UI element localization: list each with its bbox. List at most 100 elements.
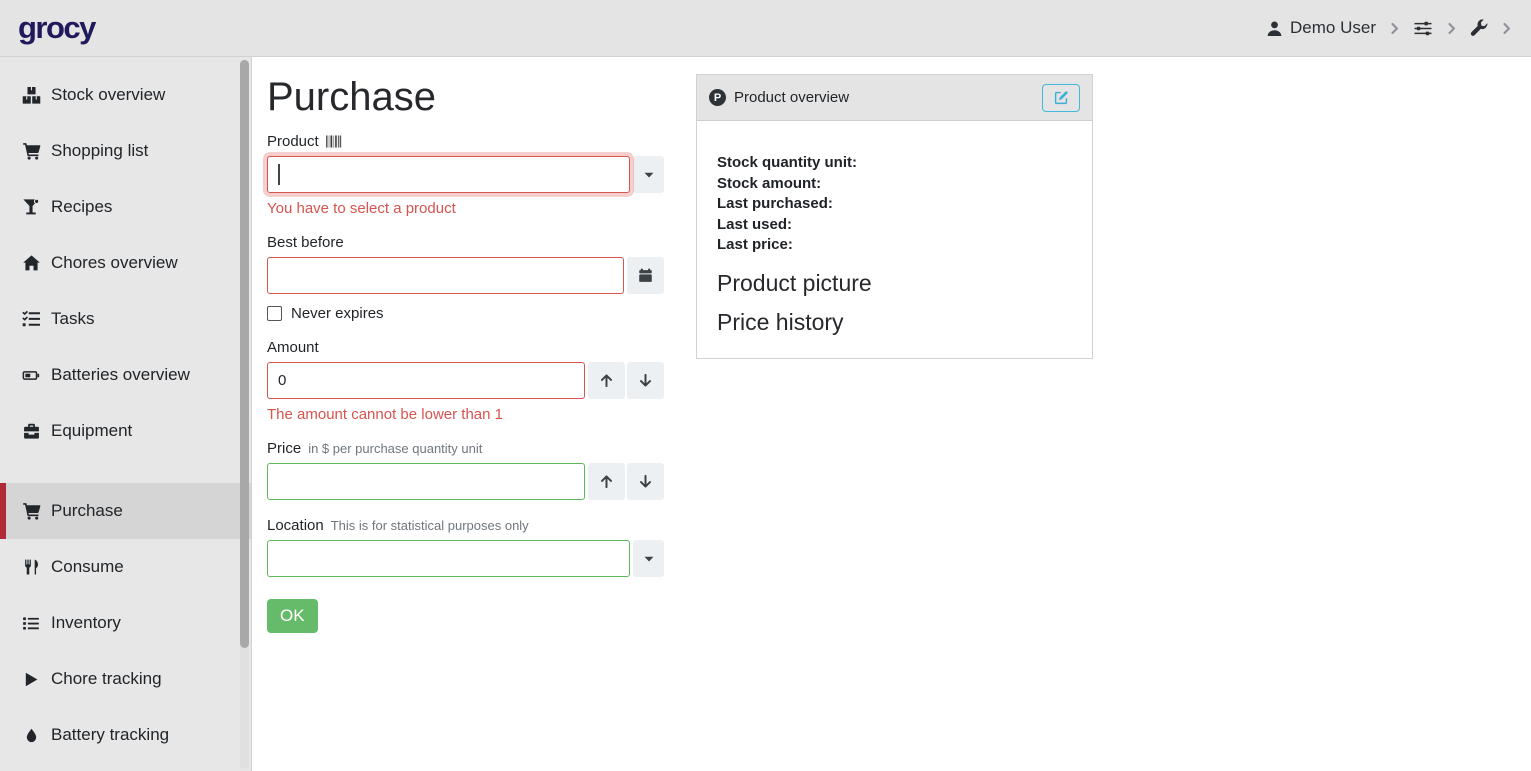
sidebar-item-label: Recipes (51, 197, 112, 217)
sidebar-scrollbar-track[interactable] (240, 59, 249, 769)
arrow-up-icon (599, 373, 614, 388)
sidebar-item-label: Batteries overview (51, 365, 190, 385)
amount-group: Amount The amount cannot be lower than 1 (267, 339, 664, 423)
manage-master-data-menu[interactable] (1413, 20, 1433, 37)
play-icon (20, 671, 42, 688)
product-overview-title: Product overview (734, 89, 849, 106)
price-history-heading: Price history (717, 309, 1072, 336)
sidebar-scrollbar-thumb[interactable] (240, 60, 249, 648)
location-group: Location This is for statistical purpose… (267, 517, 664, 577)
price-label: Price (267, 440, 301, 457)
price-decrement-button[interactable] (627, 463, 664, 500)
sidebar-item-label: Purchase (51, 501, 123, 521)
location-label: Location (267, 517, 324, 534)
tasks-icon (20, 310, 42, 328)
settings-menu[interactable] (1470, 19, 1488, 37)
sidebar-item-purchase[interactable]: Purchase (0, 483, 251, 539)
sidebar-item-stock-overview[interactable]: Stock overview (0, 67, 251, 123)
arrow-down-icon (638, 474, 653, 489)
price-increment-button[interactable] (588, 463, 625, 500)
purchase-form: Purchase Product You have (267, 71, 664, 633)
last-purchased-field: Last purchased: (717, 194, 1072, 215)
location-hint: This is for statistical purposes only (331, 518, 529, 533)
sidebar-nav: Stock overview Shopping list Recipes Cho… (0, 57, 251, 763)
sidebar-item-shopping-list[interactable]: Shopping list (0, 123, 251, 179)
sidebar-item-label: Stock overview (51, 85, 165, 105)
best-before-group: Best before Never expires (267, 234, 664, 322)
tint-icon (20, 727, 42, 744)
shopping-cart-icon (20, 502, 42, 520)
price-group: Price in $ per purchase quantity unit (267, 440, 664, 500)
sidebar-item-label: Inventory (51, 613, 121, 633)
sidebar-item-consume[interactable]: Consume (0, 539, 251, 595)
barcode-icon (326, 135, 345, 148)
shopping-cart-icon (20, 142, 42, 160)
boxes-icon (20, 86, 42, 105)
sidebar-item-equipment[interactable]: Equipment (0, 403, 251, 459)
price-input[interactable] (267, 463, 585, 500)
caret-down-icon (644, 172, 654, 178)
main-content: Purchase Product You have (253, 57, 1531, 771)
sidebar: Stock overview Shopping list Recipes Cho… (0, 57, 252, 771)
location-input[interactable] (267, 540, 630, 577)
calendar-button[interactable] (627, 257, 664, 294)
sidebar-item-tasks[interactable]: Tasks (0, 291, 251, 347)
user-menu[interactable]: Demo User (1266, 18, 1376, 38)
user-icon (1266, 20, 1283, 37)
caret-down-icon (644, 556, 654, 562)
sliders-icon (1413, 20, 1433, 37)
never-expires-checkbox[interactable] (267, 306, 282, 321)
sidebar-item-label: Consume (51, 557, 124, 577)
edit-icon (1054, 90, 1069, 105)
edit-product-button[interactable] (1042, 84, 1080, 112)
sidebar-item-label: Tasks (51, 309, 94, 329)
sidebar-item-label: Shopping list (51, 141, 148, 161)
grocy-logo[interactable]: grocy (18, 10, 95, 46)
product-group: Product You have to select a product (267, 133, 664, 217)
sidebar-item-battery-tracking[interactable]: Battery tracking (0, 707, 251, 763)
never-expires-label: Never expires (291, 305, 384, 322)
list-icon (20, 615, 42, 632)
sidebar-item-label: Chore tracking (51, 669, 162, 689)
product-picture-heading: Product picture (717, 270, 1072, 297)
cocktail-icon (20, 198, 42, 216)
chevron-right-icon (1388, 22, 1401, 35)
stock-quantity-unit-field: Stock quantity unit: (717, 153, 1072, 174)
amount-label: Amount (267, 339, 319, 356)
sidebar-item-batteries-overview[interactable]: Batteries overview (0, 347, 251, 403)
user-name-label: Demo User (1290, 18, 1376, 38)
product-overview-panel: P Product overview Stock quantity unit: … (696, 74, 1093, 359)
product-overview-header: P Product overview (697, 75, 1092, 121)
product-overview-body: Stock quantity unit: Stock amount: Last … (697, 121, 1092, 358)
arrow-up-icon (599, 474, 614, 489)
amount-decrement-button[interactable] (627, 362, 664, 399)
chevron-right-icon (1500, 22, 1513, 35)
amount-input[interactable] (267, 362, 585, 399)
calendar-icon (638, 268, 653, 283)
home-icon (20, 254, 42, 272)
chevron-right-icon (1445, 22, 1458, 35)
text-cursor (278, 164, 280, 185)
price-hint: in $ per purchase quantity unit (308, 441, 482, 456)
top-nav: Demo User (1266, 18, 1513, 38)
stock-amount-field: Stock amount: (717, 174, 1072, 195)
product-input[interactable] (267, 156, 630, 193)
sidebar-item-chores-overview[interactable]: Chores overview (0, 235, 251, 291)
product-dropdown-button[interactable] (633, 156, 664, 193)
ok-button[interactable]: OK (267, 599, 318, 633)
sidebar-item-label: Battery tracking (51, 725, 169, 745)
page-title: Purchase (267, 73, 664, 121)
best-before-label: Best before (267, 234, 344, 251)
sidebar-item-recipes[interactable]: Recipes (0, 179, 251, 235)
sidebar-item-label: Chores overview (51, 253, 178, 273)
location-dropdown-button[interactable] (633, 540, 664, 577)
toolbox-icon (20, 422, 42, 440)
product-overview-column: P Product overview Stock quantity unit: … (696, 74, 1093, 359)
amount-increment-button[interactable] (588, 362, 625, 399)
product-circle-icon: P (709, 89, 726, 106)
top-bar: grocy Demo User (0, 0, 1531, 57)
best-before-input[interactable] (267, 257, 624, 294)
sidebar-item-inventory[interactable]: Inventory (0, 595, 251, 651)
sidebar-item-chore-tracking[interactable]: Chore tracking (0, 651, 251, 707)
product-error-text: You have to select a product (267, 200, 664, 217)
